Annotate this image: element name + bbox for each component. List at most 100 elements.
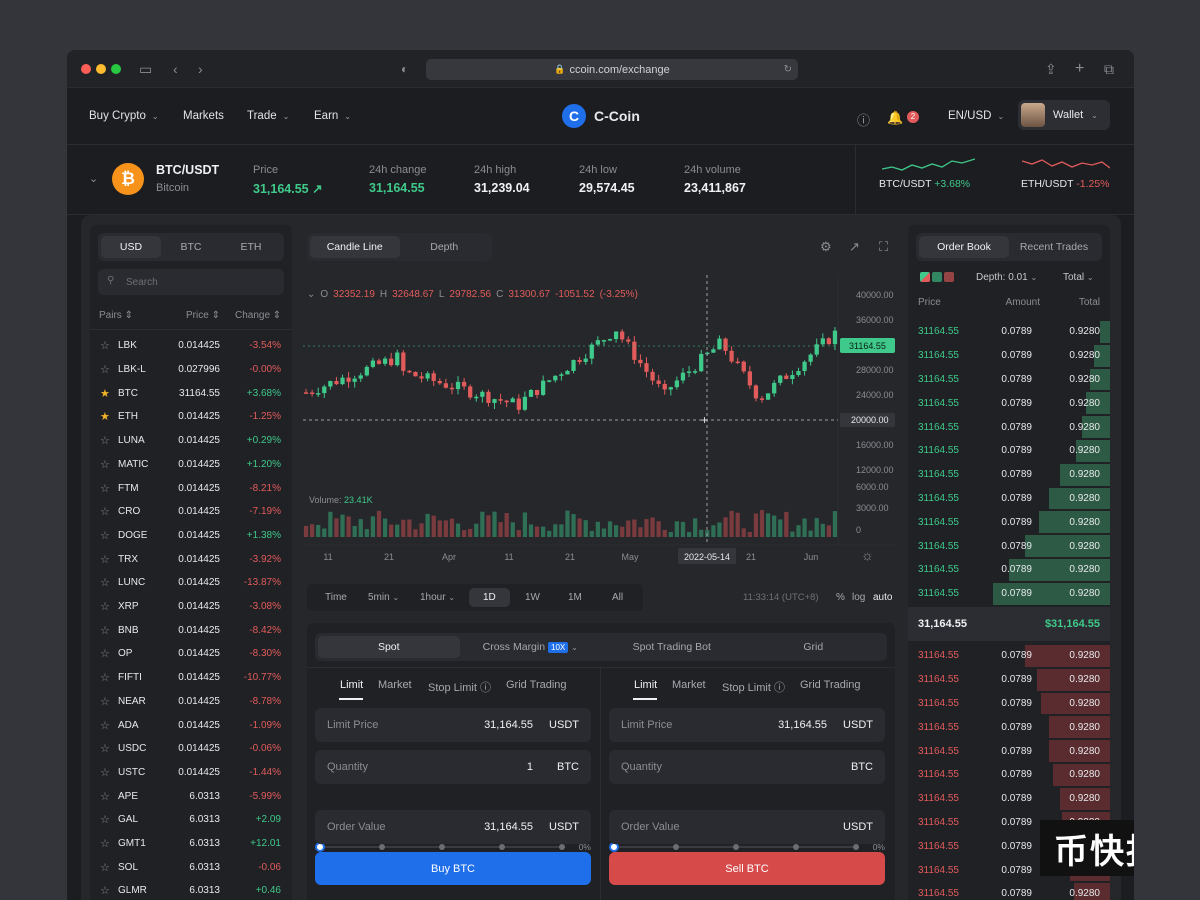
market-row[interactable]: ☆ USDC 0.014425 -0.06% (90, 737, 290, 761)
ask-row[interactable]: 31164.55 0.0789 0.9280 (908, 368, 1110, 392)
star-icon[interactable]: ☆ (100, 813, 110, 826)
candlestick-chart[interactable]: 40000.0036000.0032000.0028000.0024000.00… (303, 275, 896, 575)
timeframe-5min[interactable]: 5min ⌄ (368, 592, 399, 603)
timeframe-1hour[interactable]: 1hour ⌄ (420, 592, 455, 603)
nav-trade[interactable]: Trade ⌄ (247, 110, 289, 122)
nav-buy-crypto[interactable]: Buy Crypto ⌄ (89, 110, 159, 122)
ask-row[interactable]: 31164.55 0.0789 0.9280 (908, 534, 1110, 558)
market-row[interactable]: ☆ SOL 6.0313 -0.06 (90, 855, 290, 879)
buy-order-value-input[interactable]: Order Value 31,164.55 USDT (315, 810, 591, 844)
theme-toggle-icon[interactable]: ☼ (861, 547, 874, 563)
sell-tab-stop-limit[interactable]: Stop Limit ⓘ (722, 679, 785, 695)
back-icon[interactable]: ‹ (173, 61, 178, 77)
shield-icon[interactable]: ◐ (401, 61, 408, 77)
market-row[interactable]: ☆ ADA 0.014425 -1.09% (90, 713, 290, 737)
pairs-header[interactable]: Pairs ⇕ (99, 310, 133, 321)
bell-icon[interactable]: 🔔 (887, 110, 903, 126)
star-icon[interactable]: ☆ (100, 837, 110, 850)
ask-row[interactable]: 31164.55 0.0789 0.9280 (908, 415, 1110, 439)
tab-cross-margin[interactable]: Cross Margin 10X ⌄ (460, 636, 602, 658)
star-icon[interactable]: ☆ (100, 529, 110, 542)
tab-usd[interactable]: USD (101, 236, 161, 258)
market-row[interactable]: ☆ XRP 0.014425 -3.08% (90, 595, 290, 619)
buy-quantity-input[interactable]: Quantity 1 BTC (315, 750, 591, 784)
star-icon[interactable]: ☆ (100, 790, 110, 803)
ask-row[interactable]: 31164.55 0.0789 0.9280 (908, 391, 1110, 415)
tab-spot-trading-bot[interactable]: Spot Trading Bot (601, 636, 743, 658)
bid-row[interactable]: 31164.55 0.0789 0.9280 (908, 692, 1110, 716)
book-view-toggle[interactable] (920, 272, 954, 282)
star-icon[interactable]: ☆ (100, 600, 110, 613)
market-row[interactable]: ☆ GLMR 6.0313 +0.46 (90, 879, 290, 900)
tab-grid[interactable]: Grid (743, 636, 885, 658)
ask-row[interactable]: 31164.55 0.0789 0.9280 (908, 510, 1110, 534)
sell-button[interactable]: Sell BTC (609, 852, 885, 885)
mini-ticker-btc[interactable]: BTC/USDT +3.68% (879, 178, 970, 190)
search-input[interactable]: ⚲ Search (98, 269, 284, 295)
bid-row[interactable]: 31164.55 0.0789 0.9280 (908, 739, 1110, 763)
reload-icon[interactable]: ↻ (784, 64, 792, 75)
market-row[interactable]: ★ BTC 31164.55 +3.68% (90, 381, 290, 405)
ask-row[interactable]: 31164.55 0.0789 0.9280 (908, 320, 1110, 344)
sell-order-value-input[interactable]: Order Value USDT (609, 810, 885, 844)
star-icon[interactable]: ☆ (100, 742, 110, 755)
market-row[interactable]: ☆ USTC 0.014425 -1.44% (90, 761, 290, 785)
market-row[interactable]: ☆ GMT1 6.0313 +12.01 (90, 832, 290, 856)
tab-depth[interactable]: Depth (400, 236, 490, 258)
depth-selector[interactable]: Depth: 0.01 ⌄ (976, 272, 1037, 283)
brand-logo[interactable]: C C-Coin (562, 104, 640, 128)
star-icon[interactable]: ☆ (100, 363, 110, 376)
star-icon[interactable]: ☆ (100, 647, 110, 660)
total-selector[interactable]: Total ⌄ (1063, 272, 1094, 283)
scale-auto[interactable]: auto (873, 592, 892, 603)
market-row[interactable]: ☆ DOGE 0.014425 +1.38% (90, 524, 290, 548)
star-icon[interactable]: ☆ (100, 505, 110, 518)
market-row[interactable]: ☆ CRO 0.014425 -7.19% (90, 500, 290, 524)
market-row[interactable]: ☆ FTM 0.014425 -8.21% (90, 476, 290, 500)
bid-row[interactable]: 31164.55 0.0789 0.9280 (908, 715, 1110, 739)
market-row[interactable]: ☆ MATIC 0.014425 +1.20% (90, 453, 290, 477)
star-icon[interactable]: ☆ (100, 339, 110, 352)
ask-row[interactable]: 31164.55 0.0789 0.9280 (908, 558, 1110, 582)
maximize-window-button[interactable] (111, 64, 121, 74)
market-row[interactable]: ☆ APE 6.0313 -5.99% (90, 784, 290, 808)
chevron-down-icon[interactable]: ⌄ (89, 172, 98, 185)
indicator-icon[interactable]: ↗ (849, 239, 860, 255)
market-row[interactable]: ☆ OP 0.014425 -8.30% (90, 642, 290, 666)
ask-row[interactable]: 31164.55 0.0789 0.9280 (908, 582, 1110, 606)
star-icon[interactable]: ☆ (100, 766, 110, 779)
sidebar-toggle-icon[interactable]: ▭ (139, 61, 152, 77)
share-icon[interactable]: ⇪ (1045, 61, 1057, 77)
market-row[interactable]: ★ ETH 0.014425 -1.25% (90, 405, 290, 429)
market-row[interactable]: ☆ BNB 0.014425 -8.42% (90, 618, 290, 642)
price-header[interactable]: Price ⇕ (186, 310, 220, 321)
star-filled-icon[interactable]: ★ (100, 410, 110, 423)
star-icon[interactable]: ☆ (100, 671, 110, 684)
timeframe-1d[interactable]: 1D (469, 588, 510, 607)
ask-row[interactable]: 31164.55 0.0789 0.9280 (908, 463, 1110, 487)
timeframe-1m[interactable]: 1M (568, 592, 582, 603)
tab-candle-line[interactable]: Candle Line (310, 236, 400, 258)
timeframe-time[interactable]: Time (325, 592, 347, 603)
sell-tab-market[interactable]: Market (672, 679, 706, 691)
settings-icon[interactable]: ⚙ (820, 239, 832, 255)
tab-btc[interactable]: BTC (161, 236, 221, 258)
forward-icon[interactable]: › (198, 61, 203, 77)
bid-row[interactable]: 31164.55 0.0789 0.9280 (908, 668, 1110, 692)
bid-row[interactable]: 31164.55 0.0789 0.9280 (908, 787, 1110, 811)
star-icon[interactable]: ☆ (100, 482, 110, 495)
market-row[interactable]: ☆ LUNA 0.014425 +0.29% (90, 429, 290, 453)
market-row[interactable]: ☆ TRX 0.014425 -3.92% (90, 547, 290, 571)
star-icon[interactable]: ☆ (100, 576, 110, 589)
close-window-button[interactable] (81, 64, 91, 74)
collapse-icon[interactable]: ⌄ (307, 289, 315, 300)
buy-tab-grid-trading[interactable]: Grid Trading (506, 679, 567, 691)
star-icon[interactable]: ☆ (100, 458, 110, 471)
buy-tab-limit[interactable]: Limit (340, 679, 363, 691)
sell-tab-grid-trading[interactable]: Grid Trading (800, 679, 861, 691)
star-icon[interactable]: ☆ (100, 719, 110, 732)
star-icon[interactable]: ☆ (100, 695, 110, 708)
scale-percent[interactable]: % (836, 592, 845, 603)
wallet-button[interactable]: Wallet ⌄ (1018, 100, 1110, 130)
sell-limit-price-input[interactable]: Limit Price 31,164.55 USDT (609, 708, 885, 742)
